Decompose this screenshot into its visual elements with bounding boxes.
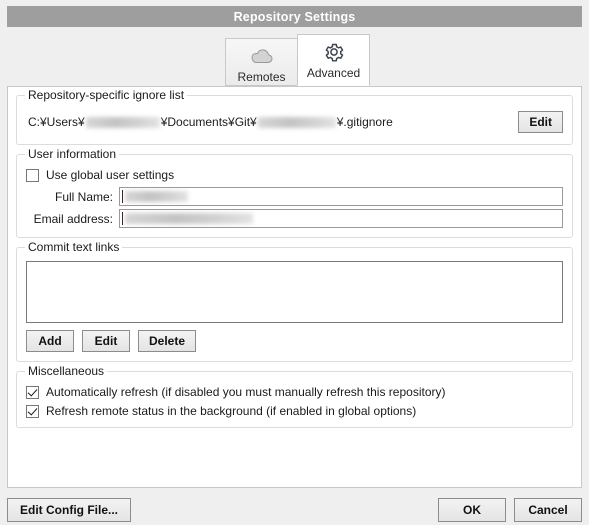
full-name-input[interactable] <box>119 187 563 206</box>
window-titlebar: Repository Settings <box>7 6 582 27</box>
commit-text-links-group: Commit text links Add Edit Delete <box>16 240 573 362</box>
tab-remotes-label: Remotes <box>237 70 286 84</box>
miscellaneous-group-title: Miscellaneous <box>25 364 108 378</box>
refresh-remote-status-row[interactable]: Refresh remote status in the background … <box>26 404 563 418</box>
auto-refresh-checkbox[interactable] <box>26 385 39 399</box>
gear-icon <box>323 40 345 64</box>
user-information-group: User information Use global user setting… <box>16 147 573 238</box>
advanced-settings-panel: Repository-specific ignore list C:¥Users… <box>7 86 582 488</box>
redacted-email-value <box>125 213 253 224</box>
ignore-list-path-row: C:¥Users¥ ¥Documents¥Git¥ ¥.gitignore Ed… <box>26 109 563 135</box>
user-information-group-title: User information <box>25 147 120 161</box>
commit-text-links-listbox[interactable] <box>26 261 563 323</box>
use-global-user-settings-label: Use global user settings <box>46 168 175 182</box>
edit-ignore-file-button[interactable]: Edit <box>518 111 563 133</box>
email-address-label: Email address: <box>33 211 113 226</box>
text-caret <box>122 190 123 203</box>
ignore-list-group: Repository-specific ignore list C:¥Users… <box>16 88 573 145</box>
ignore-list-path: C:¥Users¥ ¥Documents¥Git¥ ¥.gitignore <box>26 115 393 129</box>
window-title: Repository Settings <box>233 9 356 24</box>
tab-advanced-label: Advanced <box>306 66 361 80</box>
text-caret <box>122 212 123 225</box>
repository-settings-dialog: Repository Settings Remotes Advanced Rep… <box>0 0 589 525</box>
use-global-user-settings-checkbox[interactable] <box>26 168 39 182</box>
add-link-button[interactable]: Add <box>26 330 74 352</box>
redacted-repository-name <box>257 116 336 128</box>
redacted-full-name-value <box>125 191 188 202</box>
path-middle: ¥Documents¥Git¥ <box>160 115 257 129</box>
use-global-user-settings-row[interactable]: Use global user settings <box>26 168 563 182</box>
path-prefix: C:¥Users¥ <box>28 115 85 129</box>
refresh-remote-status-label: Refresh remote status in the background … <box>46 404 417 418</box>
tab-strip: Remotes Advanced <box>7 33 582 86</box>
commit-text-links-buttons: Add Edit Delete <box>26 330 563 352</box>
commit-text-links-group-title: Commit text links <box>25 240 123 254</box>
footer-action-buttons: OK Cancel <box>438 498 582 522</box>
full-name-label: Full Name: <box>54 189 113 204</box>
tab-list: Remotes Advanced <box>225 34 370 86</box>
full-name-row: Full Name: <box>26 187 563 206</box>
edit-link-button[interactable]: Edit <box>82 330 130 352</box>
refresh-remote-status-checkbox[interactable] <box>26 404 39 418</box>
cloud-icon <box>249 44 275 68</box>
email-address-input[interactable] <box>119 209 563 228</box>
ignore-list-group-title: Repository-specific ignore list <box>25 88 188 102</box>
tab-advanced[interactable]: Advanced <box>297 34 370 86</box>
ok-button[interactable]: OK <box>438 498 506 522</box>
email-address-row: Email address: <box>26 209 563 228</box>
tab-remotes[interactable]: Remotes <box>225 38 298 86</box>
dialog-footer: Edit Config File... OK Cancel <box>7 495 582 525</box>
miscellaneous-group: Miscellaneous Automatically refresh (if … <box>16 364 573 428</box>
path-suffix: ¥.gitignore <box>336 115 393 129</box>
delete-link-button[interactable]: Delete <box>138 330 197 352</box>
auto-refresh-row[interactable]: Automatically refresh (if disabled you m… <box>26 385 563 399</box>
cancel-button[interactable]: Cancel <box>514 498 582 522</box>
redacted-username <box>85 116 160 128</box>
auto-refresh-label: Automatically refresh (if disabled you m… <box>46 385 446 399</box>
edit-config-file-button[interactable]: Edit Config File... <box>7 498 131 522</box>
